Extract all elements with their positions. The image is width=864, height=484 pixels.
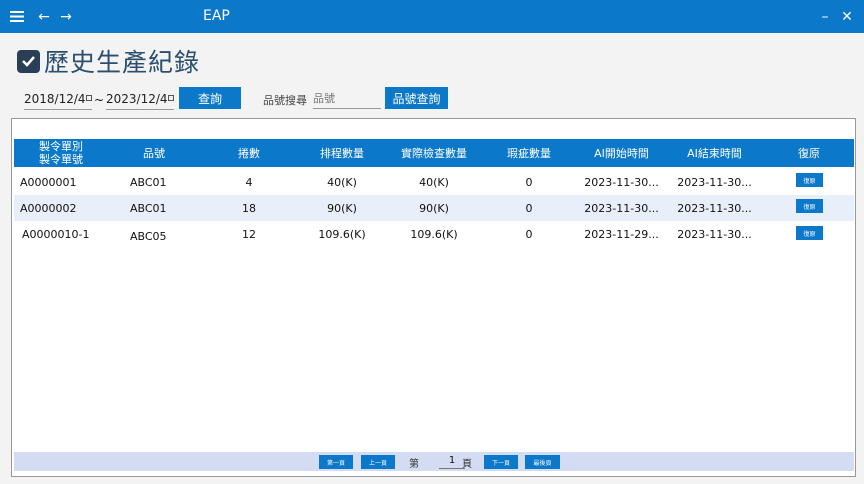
cell-ai-start: 2023-11-30... [584,175,659,189]
date-to-value: 2023/12/4 [106,92,168,106]
cell-scheduled: 109.6(K) [318,227,366,241]
cell-inspected: 109.6(K) [410,227,458,241]
cell-part: ABC01 [130,175,167,189]
table-row: A0000002 ABC01 18 90(K) 90(K) 0 2023-11-… [14,195,854,221]
column-header-defects: 瑕疵數量 [507,146,551,160]
date-separator: ~ [94,93,105,107]
cell-order: A0000002 [20,201,77,215]
cell-order: A0000010-1 [22,227,90,241]
date-to-field[interactable]: 2023/12/4 [106,88,174,110]
column-header-order-line1: 製令單別 [39,140,83,153]
restore-button[interactable]: 復原 [796,173,823,187]
cell-ai-end: 2023-11-30... [677,175,752,189]
title-bar: ← → EAP – ✕ [0,0,864,33]
first-page-button[interactable]: 第一頁 [319,455,353,469]
next-page-button[interactable]: 下一頁 [484,455,518,469]
date-from-value: 2018/12/4 [24,92,86,106]
cell-inspected: 90(K) [419,201,449,215]
column-header-order: 製令單別 製令單號 [16,139,106,167]
column-header-ai-start: AI開始時間 [594,146,649,160]
checkbox-check-icon [17,49,40,73]
column-header-ai-end: AI結束時間 [687,146,742,160]
cell-ai-start: 2023-11-30... [584,201,659,215]
cell-scheduled: 40(K) [327,175,357,189]
column-header-restore: 復原 [798,146,820,160]
pagination-bar: 第一頁 上一頁 第 1 頁 下一頁 最後頁 [14,452,854,471]
column-header-rolls: 捲數 [238,146,260,160]
cell-rolls: 4 [245,175,253,189]
column-header-inspected: 實際檢查數量 [401,146,467,160]
table-row: A0000001 ABC01 4 40(K) 40(K) 0 2023-11-3… [14,169,854,195]
part-search-label: 品號搜尋 [263,94,307,107]
page-heading: 歷史生產紀錄 [17,46,201,77]
cell-defects: 0 [525,175,533,189]
cell-defects: 0 [525,227,533,241]
cell-ai-start: 2023-11-29... [584,227,659,241]
prev-page-button[interactable]: 上一頁 [361,455,395,469]
cell-ai-end: 2023-11-30... [677,201,752,215]
cell-order: A0000001 [20,175,77,189]
page-title: 歷史生產紀錄 [44,48,201,77]
page-suffix-label: 頁 [462,459,472,470]
table-row: A0000010-1 ABC05 12 109.6(K) 109.6(K) 0 … [14,221,854,247]
back-arrow-icon[interactable]: ← [36,0,52,33]
part-search-input[interactable] [313,88,381,109]
last-page-button[interactable]: 最後頁 [525,455,560,469]
cell-ai-end: 2023-11-30... [677,227,752,241]
history-table-panel: 製令單別 製令單號 品號 捲數 排程數量 實際檢查數量 瑕疵數量 AI開始時間 … [11,118,856,477]
close-icon[interactable]: ✕ [838,0,856,33]
hamburger-menu-icon[interactable] [8,0,26,33]
restore-button[interactable]: 復原 [796,226,823,240]
cell-rolls: 12 [242,227,256,241]
part-search-button[interactable]: 品號查詢 [385,87,448,109]
calendar-icon[interactable] [86,95,92,101]
query-button[interactable]: 查詢 [179,87,241,109]
forward-arrow-icon[interactable]: → [58,0,74,33]
cell-part: ABC05 [130,229,167,243]
cell-rolls: 18 [242,201,256,215]
page-prefix-label: 第 [409,459,419,470]
cell-inspected: 40(K) [419,175,449,189]
table-header: 製令單別 製令單號 品號 捲數 排程數量 實際檢查數量 瑕疵數量 AI開始時間 … [14,139,854,167]
restore-button[interactable]: 復原 [796,199,823,213]
app-title: EAP [203,8,230,24]
cell-part: ABC01 [130,201,167,215]
cell-defects: 0 [525,201,533,215]
cell-scheduled: 90(K) [327,201,357,215]
column-header-order-line2: 製令單號 [39,153,83,166]
column-header-part: 品號 [143,146,165,160]
date-from-field[interactable]: 2018/12/4 [24,88,92,110]
column-header-scheduled: 排程數量 [320,146,364,160]
minimize-icon[interactable]: – [816,0,834,33]
calendar-icon[interactable] [168,95,174,101]
